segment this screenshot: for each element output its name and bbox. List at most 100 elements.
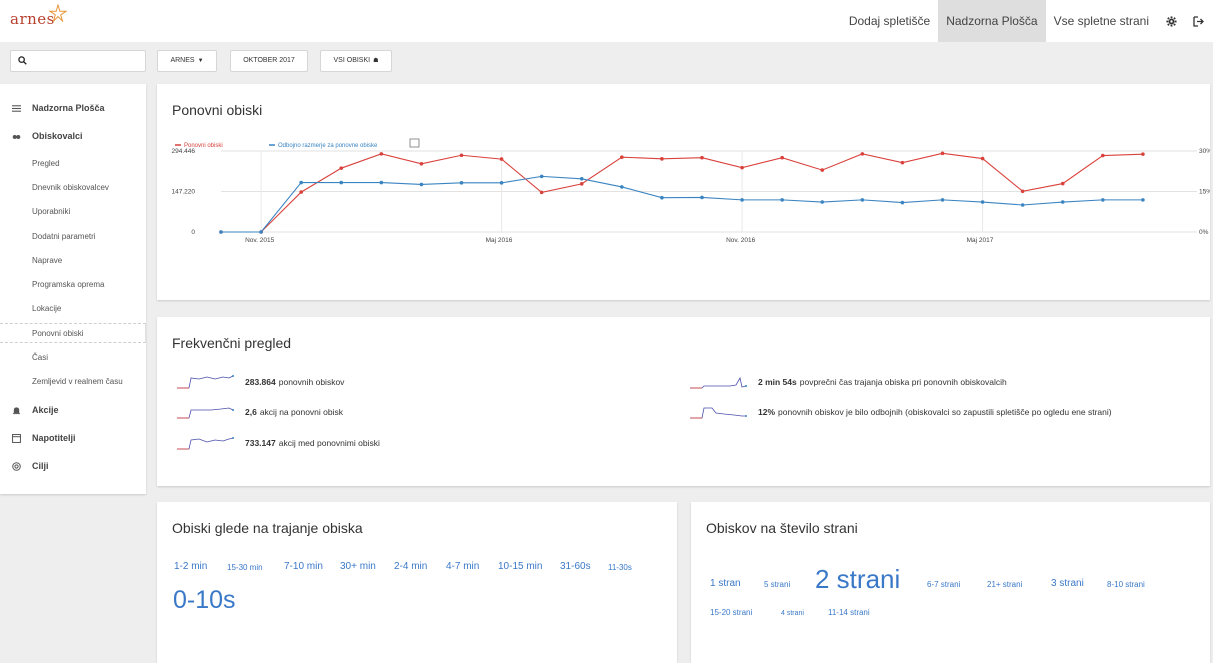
duration-tag[interactable]: 31-60s [560,561,591,572]
sidebar-item-realtime-map[interactable]: Zemljevid v realnem času [0,372,146,392]
freq-row-total-actions: 733.147 akcij med ponovnimi obiski [177,435,380,451]
returning-visits-card: Ponovni obiski 294.446 147.220 0 30% 15% 0% No… [157,84,1210,300]
sidebar-item-users[interactable]: Uporabniki [0,202,146,222]
freq-value: 283.864 [245,377,276,387]
duration-tag[interactable]: 10-15 min [498,561,542,572]
sidebar-item-visitor-log[interactable]: Dnevnik obiskovalcev [0,178,146,198]
pages-tag[interactable]: 11-14 strani [828,608,870,617]
pages-tag[interactable]: 6-7 strani [927,580,960,589]
pages-tag[interactable]: 2 strani [815,564,900,595]
duration-tag[interactable]: 2-4 min [394,561,427,572]
sparkline[interactable] [177,374,237,390]
sidebar-item-label: Nadzorna Plošča [32,103,105,113]
sidebar-item-label: Cilji [32,461,49,471]
site-selector-label: ARNES [170,57,195,64]
freq-text: ponovnih obiskov [278,377,345,387]
pages-tag[interactable]: 4 strani [781,610,804,617]
freq-value: 733.147 [245,438,276,448]
sidebar-item-software[interactable]: Programska oprema [0,275,146,295]
data-point [1141,152,1145,156]
sparkline[interactable] [177,435,237,451]
sidebar-item-custom-variables[interactable]: Dodatni parametri [0,227,146,247]
data-point [780,155,784,160]
data-point [660,195,664,200]
pages-per-visit-card: Obiskov na število strani 1 stran 5 stra… [691,502,1210,663]
sidebar-item-visitors[interactable]: Obiskovalci [0,126,146,146]
freq-value: 2,6 [245,407,257,417]
search-input[interactable] [35,53,141,69]
duration-tag[interactable]: 11-30s [608,563,632,572]
data-point [940,151,945,156]
sidebar-item-devices[interactable]: Naprave [0,251,146,271]
pages-tag[interactable]: 3 strani [1051,578,1084,589]
freq-text: ponovnih obiskov je bilo odbojnih (obisk… [778,407,1112,417]
pages-tag[interactable]: 8-10 strani [1107,580,1145,589]
sidebar-item-goals[interactable]: Cilji [0,456,146,476]
freq-row-returning-visits: 283.864 ponovnih obiskov [177,374,344,390]
chart-options-icon[interactable] [409,138,420,148]
site-selector[interactable]: ARNES ▼ [157,50,217,72]
caret-down-icon: ▼ [197,58,204,64]
evolution-chart: 294.446 147.220 0 30% 15% 0% Nov. 2015 Maj 2016… [172,138,1210,244]
y2-tick-label: 15% [1199,189,1210,196]
logo[interactable]: arnes [10,4,67,28]
duration-tag[interactable]: 4-7 min [446,561,479,572]
logout-icon[interactable] [1185,0,1213,42]
nav-add-site[interactable]: Dodaj spletišče [841,0,938,42]
y2-tick-label: 0% [1199,229,1209,236]
period-selector[interactable]: OKTOBER 2017 [230,50,308,72]
sidebar-item-label: Obiskovalci [32,131,83,141]
data-point [499,157,504,161]
sparkline[interactable] [690,404,750,420]
sidebar-item-actions[interactable]: Akcije [0,400,146,420]
data-point [1060,181,1065,186]
data-point [860,198,865,202]
logo-star-icon [49,4,67,22]
duration-tag[interactable]: 1-2 min [174,561,207,572]
data-point [700,195,704,200]
data-point [499,181,504,185]
duration-tag[interactable]: 0-10s [173,586,236,615]
pages-tag[interactable]: 21+ strani [987,580,1022,589]
duration-tag[interactable]: 15-30 min [227,563,263,572]
sidebar: Nadzorna Plošča Obiskovalci Pregled Dnev… [0,84,146,494]
data-point [900,160,905,165]
data-point [740,198,744,202]
sidebar-item-times[interactable]: Časi [0,348,146,368]
data-point [620,185,624,189]
data-point [299,190,303,194]
gear-icon[interactable] [1157,0,1185,42]
data-point [379,152,384,156]
data-point [539,190,544,195]
data-point [820,200,825,204]
data-point [459,153,464,158]
pages-tag[interactable]: 5 strani [764,580,790,589]
pages-tag[interactable]: 15-20 strani [710,608,752,617]
nav-dashboard[interactable]: Nadzorna Plošča [938,0,1046,42]
card-title: Frekvenčni pregled [172,335,292,351]
sparkline[interactable] [177,404,237,420]
sidebar-item-label: Akcije [32,405,59,415]
data-point [1101,153,1105,158]
duration-tag[interactable]: 30+ min [340,561,376,572]
legend-label: Ponovni obiski [184,143,223,149]
sidebar-item-referrers[interactable]: Napotitelji [0,428,146,448]
card-title: Obiski glede na trajanje obiska [172,520,363,536]
pages-tag[interactable]: 1 stran [710,578,741,589]
nav-all-websites[interactable]: Vse spletne strani [1046,0,1157,42]
data-point [980,156,985,161]
sidebar-item-overview[interactable]: Pregled [0,154,146,174]
data-point [219,230,223,234]
frequency-overview-card: Frekvenčni pregled 283.864 ponovnih obisk… [157,317,1210,486]
sidebar-item-label: Napotitelji [32,433,76,443]
sidebar-item-dashboard[interactable]: Nadzorna Plošča [0,98,146,118]
search-box[interactable] [10,50,146,72]
sparkline[interactable] [690,374,750,390]
freq-value: 12% [758,407,776,417]
sidebar-item-locations[interactable]: Lokacije [0,299,146,319]
sidebar-item-returning-visits[interactable]: Ponovni obiski [0,323,146,343]
segment-selector[interactable]: VSI OBISKI ☗ [320,50,392,72]
data-point [900,200,905,205]
duration-tag[interactable]: 7-10 min [284,561,323,572]
data-point [379,180,384,185]
